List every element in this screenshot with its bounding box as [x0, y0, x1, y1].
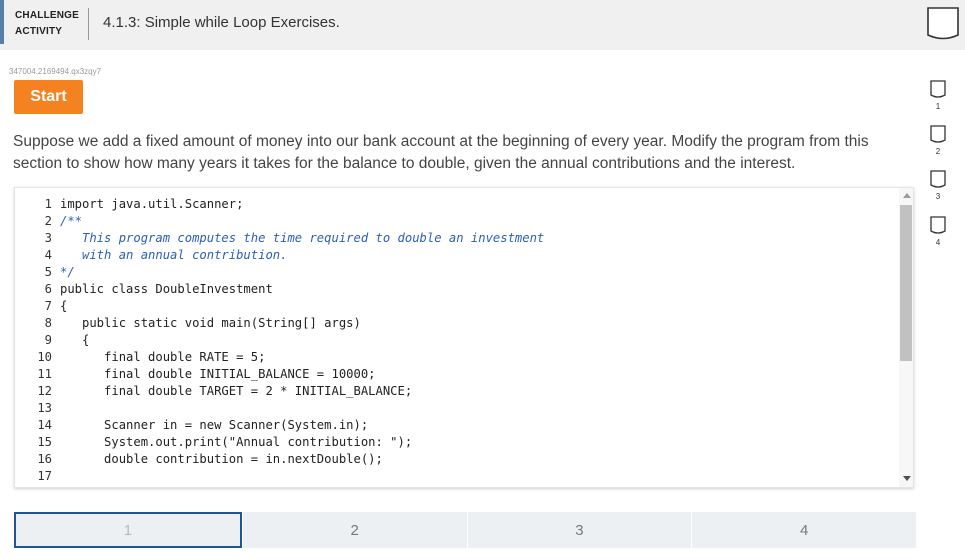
- code-line[interactable]: 8 public static void main(String[] args): [15, 315, 361, 332]
- code-text[interactable]: import java.util.Scanner;: [60, 196, 243, 213]
- activity-header: CHALLENGE ACTIVITY 4.1.3: Simple while L…: [0, 0, 965, 50]
- line-number: 5: [44, 265, 52, 279]
- code-text[interactable]: */: [60, 264, 75, 281]
- editor-scrollbar[interactable]: [899, 188, 913, 487]
- scroll-down-arrow-icon[interactable]: [903, 476, 911, 481]
- code-line[interactable]: 10 final double RATE = 5;: [15, 349, 265, 366]
- badge-line-1: CHALLENGE: [15, 10, 80, 21]
- level-indicator-2[interactable]: 2: [930, 125, 946, 161]
- line-number: 4: [44, 248, 52, 262]
- level-shield-icon: [930, 80, 946, 98]
- code-text[interactable]: public class DoubleInvestment: [60, 281, 273, 298]
- level-shield-icon: [930, 125, 946, 143]
- line-number: 13: [37, 401, 52, 415]
- code-line[interactable]: 17: [15, 468, 52, 485]
- level-number: 4: [935, 238, 941, 247]
- code-editor[interactable]: 1 import java.util.Scanner; 2/** 3 This pro…: [14, 187, 914, 488]
- code-line[interactable]: 16 double contribution = in.nextDouble()…: [15, 451, 383, 468]
- code-text[interactable]: {: [60, 332, 89, 349]
- line-number: 1: [44, 197, 52, 211]
- code-text[interactable]: {: [60, 298, 67, 315]
- line-number: 16: [37, 452, 52, 466]
- shield-icon: [927, 7, 959, 40]
- line-number: 10: [37, 350, 52, 364]
- level-indicator-1[interactable]: 1: [930, 80, 946, 116]
- line-number: 7: [44, 299, 52, 313]
- level-number: 1: [935, 102, 941, 111]
- code-line[interactable]: 7{: [15, 298, 68, 315]
- step-tab-3[interactable]: 3: [467, 512, 692, 548]
- header-divider: [88, 8, 89, 40]
- start-button[interactable]: Start: [14, 80, 83, 114]
- line-number: 9: [44, 333, 52, 347]
- code-text[interactable]: final double TARGET = 2 * INITIAL_BALANC…: [60, 383, 412, 400]
- code-lines[interactable]: 1 import java.util.Scanner; 2/** 3 This pro…: [15, 196, 545, 485]
- line-number: 2: [44, 214, 52, 228]
- challenge-activity-badge: CHALLENGE ACTIVITY: [0, 0, 88, 44]
- level-indicator-4[interactable]: 4: [930, 216, 946, 252]
- level-shield-icon: [930, 216, 946, 234]
- level-number: 3: [935, 192, 941, 201]
- code-line[interactable]: 12 final double TARGET = 2 * INITIAL_BAL…: [15, 383, 412, 400]
- code-line[interactable]: 13: [15, 400, 52, 417]
- code-text[interactable]: final double RATE = 5;: [60, 349, 265, 366]
- exercise-prompt: Suppose we add a fixed amount of money i…: [13, 133, 869, 172]
- code-text[interactable]: /**: [60, 213, 82, 230]
- step-tab-1[interactable]: 1: [14, 512, 242, 548]
- step-tab-2[interactable]: 2: [242, 512, 467, 548]
- scroll-up-arrow-icon[interactable]: [903, 193, 911, 198]
- line-number: 14: [37, 418, 52, 432]
- scroll-thumb[interactable]: [900, 205, 912, 361]
- code-text[interactable]: Scanner in = new Scanner(System.in);: [60, 417, 368, 434]
- line-number: 12: [37, 384, 52, 398]
- code-line[interactable]: 5 */: [15, 264, 75, 281]
- code-text[interactable]: System.out.print("Annual contribution: "…: [60, 434, 412, 451]
- line-number: 11: [37, 367, 52, 381]
- code-line[interactable]: 2 /**: [15, 213, 82, 230]
- level-indicator-3[interactable]: 3: [930, 170, 946, 206]
- code-text[interactable]: This program computes the time required …: [60, 230, 544, 247]
- code-text[interactable]: public static void main(String[] args): [60, 315, 361, 332]
- code-line[interactable]: 1 import java.util.Scanner;: [15, 196, 244, 213]
- code-line[interactable]: 4 with an annual contribution.: [15, 247, 288, 264]
- line-number: 8: [44, 316, 52, 330]
- code-line[interactable]: 11 final double INITIAL_BALANCE = 10000;: [15, 366, 375, 383]
- line-number: 6: [44, 282, 52, 296]
- code-text[interactable]: with an annual contribution.: [60, 247, 287, 264]
- step-tab-4[interactable]: 4: [692, 512, 916, 548]
- line-number: 3: [44, 231, 52, 245]
- code-line[interactable]: 15 System.out.print("Annual contribution…: [15, 434, 412, 451]
- badge-line-2: ACTIVITY: [15, 26, 63, 37]
- code-text[interactable]: final double INITIAL_BALANCE = 10000;: [60, 366, 376, 383]
- code-line[interactable]: 6 public class DoubleInvestment: [15, 281, 273, 298]
- line-number: 17: [37, 469, 52, 483]
- level-steps: 1234: [14, 512, 916, 548]
- code-line[interactable]: 3 This program computes the time require…: [15, 230, 545, 247]
- code-text[interactable]: double contribution = in.nextDouble();: [60, 451, 383, 468]
- level-shield-icon: [930, 170, 946, 188]
- code-line[interactable]: 14 Scanner in = new Scanner(System.in);: [15, 417, 368, 434]
- activity-id: 347004.2169494.qx3zqy7: [9, 67, 102, 76]
- code-line[interactable]: 9 {: [15, 332, 90, 349]
- activity-title: 4.1.3: Simple while Loop Exercises.: [103, 14, 340, 31]
- line-number: 15: [37, 435, 52, 449]
- level-number: 2: [935, 147, 941, 156]
